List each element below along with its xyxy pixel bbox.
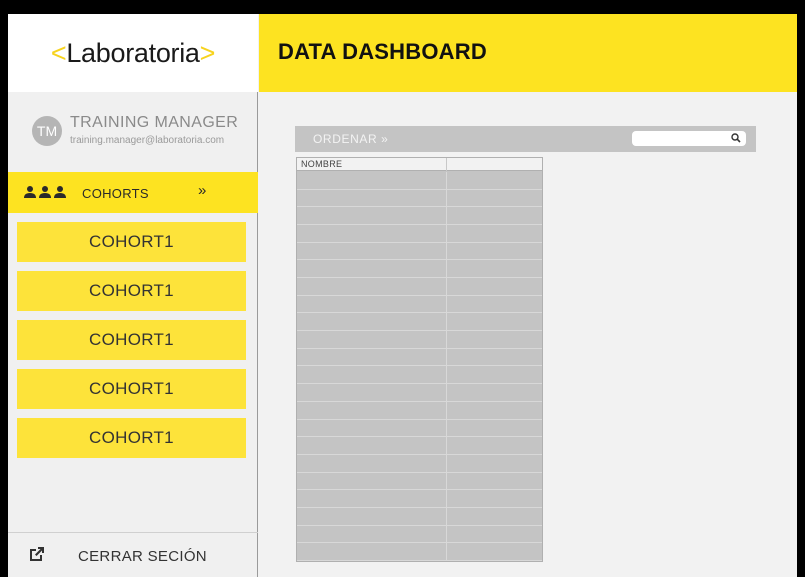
table-row[interactable]: [297, 190, 542, 208]
cohorts-label: COHORTS: [82, 186, 149, 201]
avatar: TM: [32, 116, 62, 146]
table-row[interactable]: [297, 367, 542, 385]
cohort-item[interactable]: COHORT1: [17, 369, 246, 409]
cohort-item[interactable]: COHORT1: [17, 222, 246, 262]
logo-area: <Laboratoria>: [8, 14, 258, 92]
students-table: NOMBRE: [296, 157, 543, 562]
sort-button[interactable]: ORDENAR »: [313, 132, 388, 146]
profile-email: training.manager@laboratoria.com: [70, 135, 225, 146]
cohorts-dropdown[interactable]: COHORTS »: [8, 172, 258, 213]
table-row[interactable]: [297, 490, 542, 508]
cohort-item[interactable]: COHORT1: [17, 271, 246, 311]
table-row[interactable]: [297, 473, 542, 491]
table-row[interactable]: [297, 543, 542, 561]
table-row[interactable]: [297, 455, 542, 473]
divider: [8, 532, 258, 533]
logo-bracket-close: >: [199, 37, 216, 68]
table-toolbar: ORDENAR »: [295, 126, 756, 152]
people-group-icon: [24, 186, 66, 198]
profile-name: TRAINING MANAGER: [70, 114, 239, 131]
page-title: DATA DASHBOARD: [278, 39, 487, 64]
table-row[interactable]: [297, 278, 542, 296]
double-chevron-down-icon[interactable]: »: [198, 182, 206, 199]
column-separator: [446, 158, 447, 171]
logout-button[interactable]: CERRAR SECIÓN: [8, 534, 258, 577]
logout-label: CERRAR SECIÓN: [78, 548, 207, 565]
column-header-nombre: NOMBRE: [301, 159, 343, 169]
cohort-item[interactable]: COHORT1: [17, 320, 246, 360]
table-row[interactable]: [297, 296, 542, 314]
top-header: DATA DASHBOARD: [259, 14, 797, 92]
sidebar: <Laboratoria> TM TRAINING MANAGER traini…: [8, 14, 258, 577]
table-row[interactable]: [297, 349, 542, 367]
cohort-item[interactable]: COHORT1: [17, 418, 246, 458]
app-frame: <Laboratoria> TM TRAINING MANAGER traini…: [8, 14, 797, 577]
table-row[interactable]: [297, 437, 542, 455]
table-row[interactable]: [297, 260, 542, 279]
user-profile: TM TRAINING MANAGER training.manager@lab…: [30, 114, 258, 154]
table-row[interactable]: [297, 172, 542, 190]
table-header: NOMBRE: [297, 158, 542, 171]
table-row[interactable]: [297, 420, 542, 438]
table-row[interactable]: [297, 207, 542, 226]
laboratoria-logo[interactable]: <Laboratoria>: [50, 37, 216, 69]
table-row[interactable]: [297, 526, 542, 544]
table-row[interactable]: [297, 508, 542, 526]
table-row[interactable]: [297, 313, 542, 332]
table-row[interactable]: [297, 225, 542, 243]
table-row[interactable]: [297, 243, 542, 261]
logo-text: Laboratoria: [66, 37, 200, 68]
search-input[interactable]: [632, 131, 746, 146]
external-link-icon: [30, 547, 44, 561]
logo-bracket-open: <: [50, 37, 67, 68]
table-row[interactable]: [297, 384, 542, 402]
table-row[interactable]: [297, 331, 542, 349]
table-row[interactable]: [297, 402, 542, 420]
table-body: [297, 172, 542, 561]
